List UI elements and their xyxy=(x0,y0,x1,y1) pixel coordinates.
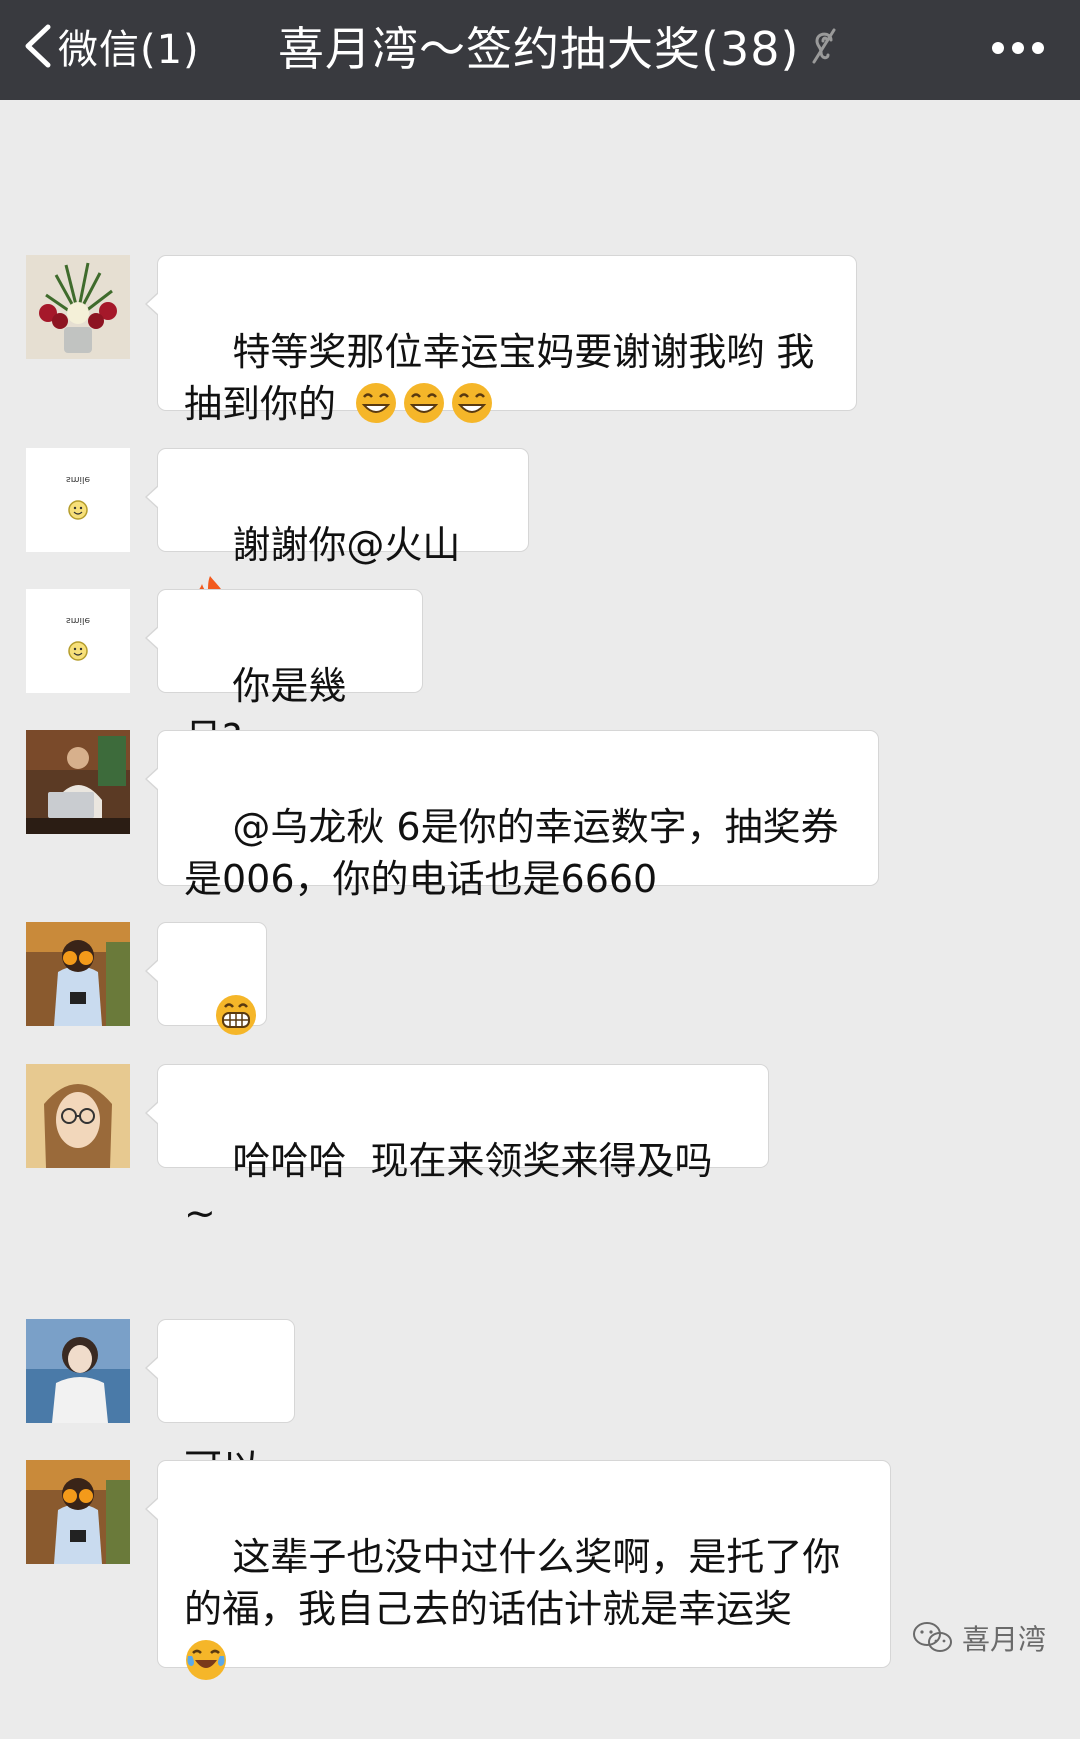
smile-sticker-avatar-icon xyxy=(68,641,88,661)
avatar[interactable] xyxy=(26,1460,130,1564)
message-bubble[interactable] xyxy=(145,922,267,1037)
woman-with-oranges-avatar-icon xyxy=(26,922,130,1026)
more-dots-icon xyxy=(992,42,1004,54)
message-bubble[interactable]: 哈哈哈 现在来领奖来得及吗~ xyxy=(145,1064,769,1235)
avatar-caption: smile xyxy=(66,474,90,484)
message-bubble[interactable]: 你是幾月? xyxy=(145,589,423,760)
tears-of-joy-emoji-icon xyxy=(184,1638,228,1682)
message-text: 特等奖那位幸运宝妈要谢谢我哟 我抽到你的 xyxy=(184,330,815,426)
mute-ear-icon xyxy=(812,28,836,64)
avatar[interactable]: smile xyxy=(26,448,130,552)
message-bubble[interactable]: 这辈子也没中过什么奖啊，是托了你的福，我自己去的话估计就是幸运奖 xyxy=(145,1460,891,1682)
message-text: 这辈子也没中过什么奖啊，是托了你的福，我自己去的话估计就是幸运奖 xyxy=(184,1535,841,1631)
message-bubble[interactable]: 可以 xyxy=(145,1319,295,1490)
avatar[interactable]: smile xyxy=(26,589,130,693)
chevron-left-icon xyxy=(25,24,51,68)
man-with-laptop-avatar-icon xyxy=(26,730,130,834)
avatar[interactable] xyxy=(26,255,130,359)
message-bubble[interactable]: 謝謝你@火山 xyxy=(145,448,529,616)
more-options-button[interactable] xyxy=(992,28,1044,68)
emoji-row xyxy=(350,381,494,426)
avatar-caption: smile xyxy=(66,615,90,625)
more-dot xyxy=(1032,42,1044,54)
big-grin-emoji-icon xyxy=(214,993,258,1037)
grin-emoji-icon xyxy=(354,381,398,425)
chat-title-area: 喜月湾～签约抽大奖(38) xyxy=(278,14,837,78)
woman-glasses-avatar-icon xyxy=(26,1064,130,1168)
chat-title: 喜月湾～签约抽大奖(38) xyxy=(278,22,800,76)
avatar[interactable] xyxy=(26,922,130,1026)
smile-sticker-avatar-icon xyxy=(68,500,88,520)
avatar[interactable] xyxy=(26,1064,130,1168)
flower-bouquet-avatar-icon xyxy=(26,255,130,359)
grin-emoji-icon xyxy=(402,381,446,425)
message-text: 哈哈哈 现在来领奖来得及吗~ xyxy=(184,1139,713,1235)
avatar[interactable] xyxy=(26,730,130,834)
account-watermark: 喜月湾 xyxy=(912,1618,1046,1658)
back-label: 微信(1) xyxy=(58,27,200,73)
woman-lace-avatar-icon xyxy=(26,1319,130,1423)
wechat-logo-icon xyxy=(912,1622,952,1652)
navigation-bar: 微信(1) 喜月湾～签约抽大奖(38) xyxy=(0,0,1080,100)
more-dot xyxy=(1012,42,1024,54)
woman-with-oranges-avatar-icon xyxy=(26,1460,130,1564)
message-bubble[interactable]: 特等奖那位幸运宝妈要谢谢我哟 我抽到你的 xyxy=(145,255,857,426)
avatar[interactable] xyxy=(26,1319,130,1423)
watermark-text: 喜月湾 xyxy=(961,1623,1046,1656)
grin-emoji-icon xyxy=(450,381,494,425)
back-button[interactable]: 微信(1) xyxy=(22,16,200,76)
message-text: @乌龙秋 6是你的幸运数字，抽奖券是006，你的电话也是6660 xyxy=(184,805,839,901)
message-bubble[interactable]: @乌龙秋 6是你的幸运数字，抽奖券是006，你的电话也是6660 xyxy=(145,730,879,901)
message-text: 謝謝你@火山 xyxy=(232,523,461,567)
